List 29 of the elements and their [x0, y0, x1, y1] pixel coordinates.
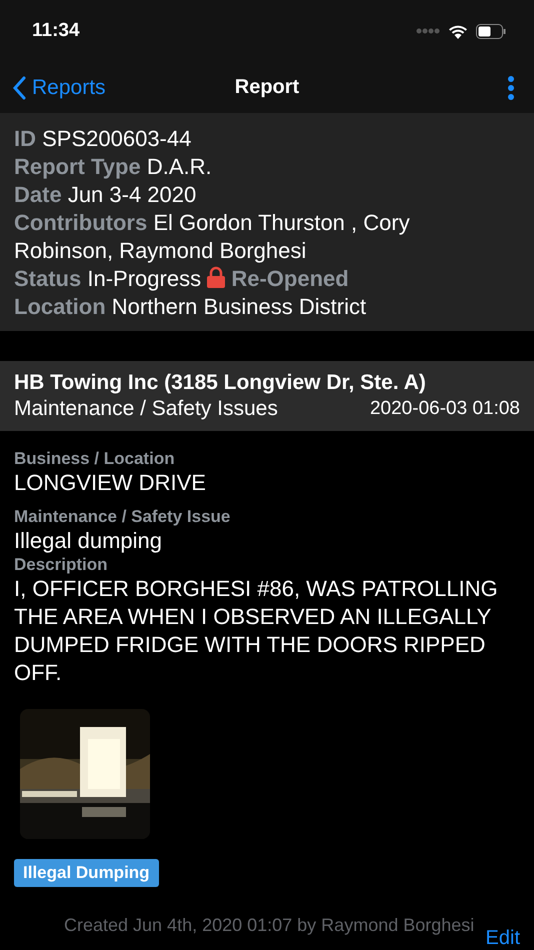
- entry-header[interactable]: HB Towing Inc (3185 Longview Dr, Ste. A) Maintenance / Safety Issues 2020-06-03 01:08: [0, 361, 534, 431]
- chevron-left-icon: [12, 76, 26, 100]
- summary-field: Contributors El Gordon Thurston , Cory Robinson, Raymond Borghesi: [14, 210, 410, 263]
- summary-field: Location Northern Business District: [14, 294, 366, 319]
- more-vertical-icon: [508, 76, 514, 100]
- field-label: Description: [14, 555, 109, 575]
- field-label: Business / Location: [14, 449, 176, 469]
- field-value: I, OFFICER BORGHESI #86, WAS PATROLLING THE AREA WHEN I OBSERVED AN ILLEGALLY DUMPED FRIDGE WITH THE DOORS RIPPED OFF.: [14, 575, 499, 687]
- summary-field: Report Type D.A.R.: [14, 154, 212, 179]
- entry-category: Maintenance / Safety Issues: [14, 397, 278, 421]
- signal-icon: [416, 28, 440, 34]
- entry-title: HB Towing Inc (3185 Longview Dr, Ste. A): [14, 371, 427, 395]
- back-button[interactable]: Reports: [12, 76, 106, 100]
- screen-title: Report: [234, 76, 300, 99]
- tag: Illegal Dumping: [14, 859, 159, 887]
- field-label: Maintenance / Safety Issue: [14, 507, 232, 527]
- battery-icon: [476, 24, 506, 38]
- field-value: LONGVIEW DRIVE: [14, 469, 207, 497]
- wifi-icon: [448, 24, 468, 38]
- entry-timestamp: 2020-06-03 01:08: [370, 398, 520, 420]
- field-value: Illegal dumping: [14, 527, 163, 555]
- edit-link[interactable]: Edit: [486, 927, 520, 950]
- status-time: 11:34: [32, 20, 80, 42]
- created-caption: Created Jun 4th, 2020 01:07 by Raymond Borghesi: [64, 915, 474, 936]
- summary-field: Status In-Progress: [14, 266, 202, 291]
- summary-field: Date Jun 3-4 2020: [14, 182, 196, 207]
- summary-field: ID SPS200603-44: [14, 126, 192, 151]
- status-flag-label: Re-Opened: [231, 266, 349, 291]
- back-label[interactable]: Reports: [32, 76, 106, 100]
